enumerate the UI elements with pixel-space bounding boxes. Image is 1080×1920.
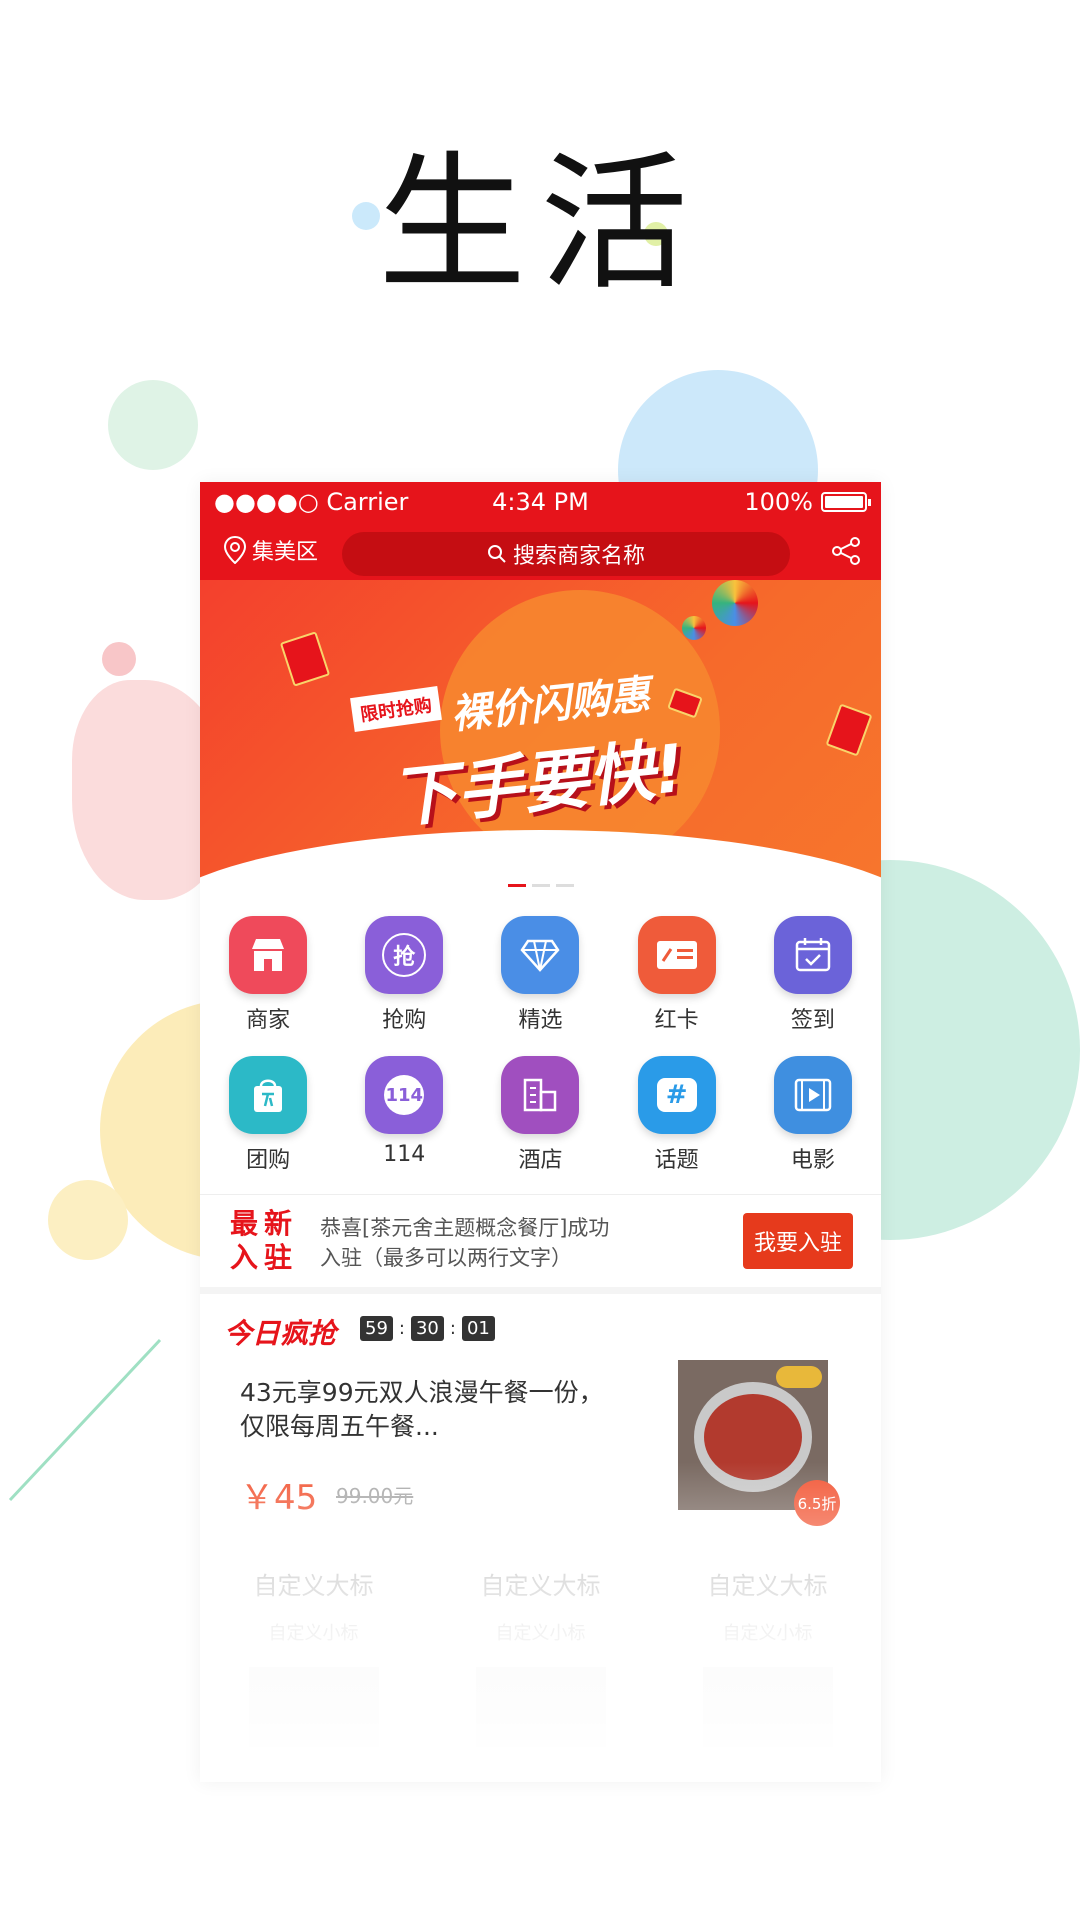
tile-title: 自定义大标 — [480, 1572, 601, 1600]
category-label: 签到 — [790, 1008, 835, 1033]
tile-subtitle: 自定义小标 — [722, 1623, 813, 1644]
tile-image — [475, 1667, 606, 1747]
search-placeholder: 搜索商家名称 — [512, 544, 645, 569]
category-label: 114 — [383, 1142, 426, 1167]
category-item[interactable]: 精选 — [490, 900, 590, 1040]
category-row: 团购 114 114 酒店 # 话题 电影 — [200, 1040, 881, 1180]
grab-icon: 抢 — [365, 916, 444, 994]
top-nav: 集美区 搜索商家名称 — [200, 522, 881, 580]
timer-hours: 59 — [360, 1316, 393, 1341]
category-label: 电影 — [790, 1148, 835, 1173]
hot-air-balloon-icon — [682, 616, 706, 640]
location-pin-icon — [224, 536, 246, 564]
tile-image — [248, 1667, 379, 1747]
flash-sale-card[interactable]: 今日疯抢 59 : 30 : 01 43元享99元双人浪漫午餐一份，仅限每周五午… — [200, 1294, 881, 1544]
location-label: 集美区 — [252, 540, 319, 565]
custom-tile[interactable]: 自定义大标自定义小标 — [654, 1552, 881, 1747]
category-row: 商家抢抢购 精选 红卡 签到 — [200, 900, 881, 1040]
diamond-icon — [501, 916, 580, 994]
decor-yellow-dot — [48, 1180, 128, 1260]
battery-indicator: 100% — [744, 488, 871, 516]
category-item[interactable]: 114 114 — [354, 1040, 454, 1180]
custom-tile[interactable]: 自定义大标自定义小标 — [427, 1552, 654, 1747]
tile-title: 自定义大标 — [707, 1572, 828, 1600]
decor-pink-dot — [102, 642, 136, 676]
bag-icon — [229, 1056, 308, 1134]
hotel-icon — [501, 1056, 580, 1134]
category-label: 红卡 — [654, 1008, 699, 1033]
new-merchant-bar: 最新入驻 恭喜[茶元舍主题概念餐厅]成功入驻（最多可以两行文字） 我要入驻 — [200, 1194, 881, 1295]
deal-description: 43元享99元双人浪漫午餐一份，仅限每周五午餐... — [240, 1378, 604, 1441]
deal-price: ￥45 — [240, 1478, 318, 1518]
more-section: 自定义大标 自定义小标 自定义大标 自定义小标 自定义大标 自定义小标 — [200, 1552, 881, 1782]
tile-image — [702, 1667, 833, 1747]
category-item[interactable]: 抢抢购 — [354, 900, 454, 1040]
tile-title: 自定义大标 — [253, 1572, 374, 1600]
discount-badge: 6.5折 — [794, 1480, 840, 1526]
icon-glyph: # — [656, 1078, 697, 1112]
new-merchant-badge: 最新入驻 — [230, 1207, 299, 1274]
icon-glyph: 抢 — [382, 933, 427, 977]
corn-shape — [776, 1366, 822, 1388]
share-icon[interactable] — [831, 536, 861, 566]
page-headline: 生活 — [378, 138, 702, 310]
category-label: 酒店 — [518, 1148, 563, 1173]
movie-icon — [773, 1056, 852, 1134]
category-item[interactable]: 团购 — [218, 1040, 318, 1180]
category-label: 团购 — [246, 1148, 291, 1173]
category-grid: 商家抢抢购 精选 红卡 签到 团购 114 114 酒店 # 话题 电影 — [200, 900, 881, 1180]
calendar-icon — [773, 916, 852, 994]
timer-separator: : — [449, 1318, 456, 1339]
new-merchant-message: 恭喜[茶元舍主题概念餐厅]成功入驻（最多可以两行文字） — [320, 1216, 610, 1270]
join-button[interactable]: 我要入驻 — [743, 1213, 853, 1269]
category-label: 话题 — [654, 1148, 699, 1173]
banner-pagination — [200, 884, 881, 887]
tile-subtitle: 自定义小标 — [268, 1623, 359, 1644]
soup-shape — [704, 1394, 802, 1480]
category-item[interactable]: # 话题 — [627, 1040, 727, 1180]
timer-minutes: 30 — [410, 1316, 444, 1341]
red-envelope-icon — [825, 703, 873, 757]
decor-green-line — [8, 1338, 162, 1502]
banner-tag: 限时抢购 — [350, 686, 442, 732]
timer-seconds: 01 — [461, 1316, 495, 1341]
category-item[interactable]: 电影 — [763, 1040, 863, 1180]
battery-percent: 100% — [744, 488, 813, 516]
decor-green-dot — [108, 380, 198, 470]
category-item[interactable]: 酒店 — [490, 1040, 590, 1180]
category-item[interactable]: 商家 — [218, 900, 318, 1040]
category-label: 商家 — [246, 1008, 291, 1033]
phone-mockup: ●●●●○ Carrier 4:34 PM 100% 集美区 搜索商家名称 限时… — [200, 482, 881, 1782]
countdown-timer: 59 : 30 : 01 — [360, 1316, 495, 1341]
banner-bottom-curve — [200, 830, 881, 900]
timer-separator: : — [398, 1318, 405, 1339]
tile-subtitle: 自定义小标 — [495, 1623, 586, 1644]
original-price: 99.00元 — [336, 1484, 414, 1508]
battery-icon — [821, 492, 871, 512]
location-selector[interactable]: 集美区 — [224, 534, 318, 566]
search-input[interactable]: 搜索商家名称 — [342, 532, 790, 576]
flash-sale-title: 今日疯抢 — [224, 1317, 337, 1350]
promo-banner[interactable]: 限时抢购 裸价闪购惠 下手要快! — [200, 580, 881, 900]
search-icon — [487, 545, 506, 563]
category-label: 精选 — [518, 1008, 563, 1033]
pagination-dot[interactable] — [555, 884, 574, 887]
pagination-dot[interactable] — [507, 884, 526, 887]
topic-icon: # — [637, 1056, 716, 1134]
shop-icon — [229, 916, 308, 994]
icon-glyph: 114 — [384, 1075, 425, 1115]
category-item[interactable]: 红卡 — [627, 900, 727, 1040]
pagination-dot[interactable] — [531, 884, 550, 887]
card-icon — [637, 916, 716, 994]
red-envelope-icon — [279, 631, 331, 687]
phone-114-icon: 114 — [365, 1056, 444, 1134]
category-label: 抢购 — [382, 1008, 427, 1033]
custom-tile[interactable]: 自定义大标自定义小标 — [200, 1552, 427, 1747]
hot-air-balloon-icon — [712, 580, 758, 626]
status-bar: ●●●●○ Carrier 4:34 PM 100% — [200, 482, 881, 522]
category-item[interactable]: 签到 — [763, 900, 863, 1040]
